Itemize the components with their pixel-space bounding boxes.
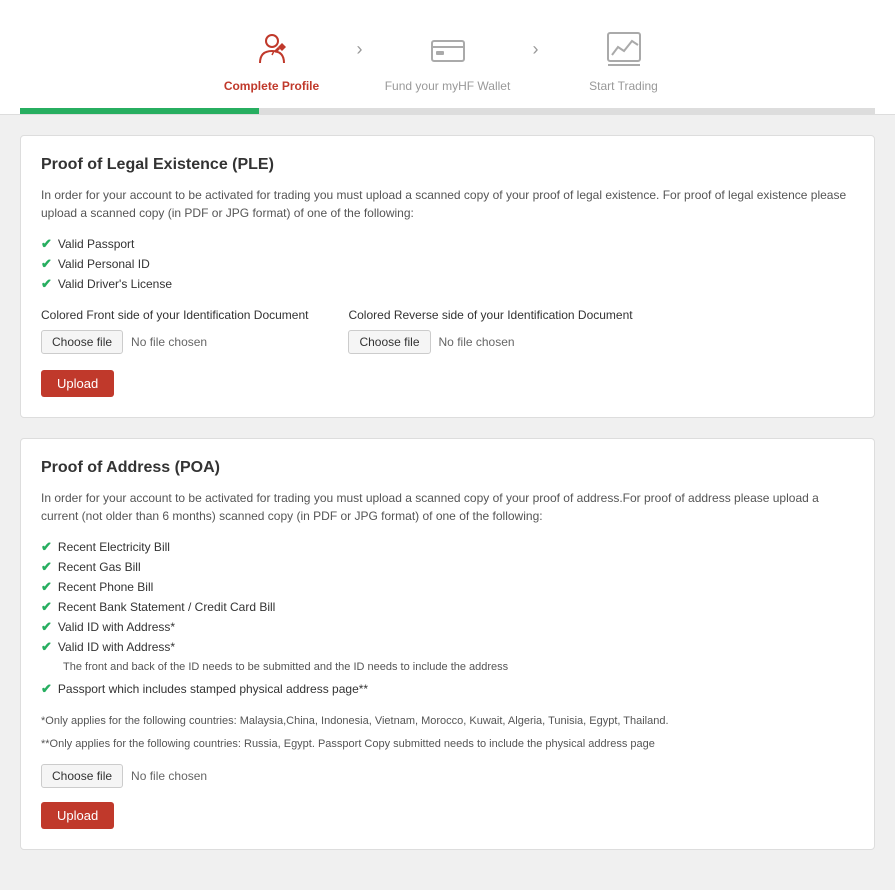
top-bar: Complete Profile › Fund your myHF Wallet… [0, 0, 895, 115]
ple-back-col: Colored Reverse side of your Identificat… [348, 308, 632, 354]
step-complete-profile: Complete Profile [192, 25, 352, 93]
ple-back-no-file: No file chosen [439, 335, 515, 349]
arrow-2: › [533, 39, 539, 80]
check-icon: ✔ [41, 579, 52, 595]
list-item: ✔ Recent Bank Statement / Credit Card Bi… [41, 599, 854, 615]
poa-checklist: ✔ Recent Electricity Bill ✔ Recent Gas B… [41, 539, 854, 697]
arrow-1: › [357, 39, 363, 80]
ple-front-label: Colored Front side of your Identificatio… [41, 308, 308, 322]
check-icon: ✔ [41, 599, 52, 615]
list-item: ✔ Recent Gas Bill [41, 559, 854, 575]
check-icon: ✔ [41, 639, 52, 655]
poa-choose-file-button[interactable]: Choose file [41, 764, 123, 788]
ple-front-file-row: Choose file No file chosen [41, 330, 308, 354]
ple-checklist: ✔ Valid Passport ✔ Valid Personal ID ✔ V… [41, 236, 854, 292]
poa-description: In order for your account to be activate… [41, 489, 854, 525]
poa-title: Proof of Address (POA) [41, 459, 854, 477]
list-item: ✔ Valid Driver's License [41, 276, 854, 292]
check-icon: ✔ [41, 619, 52, 635]
step-complete-profile-label: Complete Profile [224, 79, 319, 93]
list-item: ✔ Recent Phone Bill [41, 579, 854, 595]
poa-upload-button[interactable]: Upload [41, 802, 114, 829]
ple-upload-row: Colored Front side of your Identificatio… [41, 308, 854, 354]
page-content: Proof of Legal Existence (PLE) In order … [0, 115, 895, 890]
check-icon: ✔ [41, 236, 52, 252]
ple-front-no-file: No file chosen [131, 335, 207, 349]
ple-title: Proof of Legal Existence (PLE) [41, 156, 854, 174]
step-fund-wallet-label: Fund your myHF Wallet [385, 79, 511, 93]
steps-container: Complete Profile › Fund your myHF Wallet… [20, 15, 875, 108]
start-trading-icon [600, 25, 648, 73]
poa-sub-note: The front and back of the ID needs to be… [63, 661, 508, 673]
progress-bar-container [20, 108, 875, 114]
list-item: ✔ Valid Passport [41, 236, 854, 252]
ple-back-file-row: Choose file No file chosen [348, 330, 632, 354]
list-item: ✔ Valid ID with Address* The front and b… [41, 639, 854, 677]
ple-back-label: Colored Reverse side of your Identificat… [348, 308, 632, 322]
ple-card: Proof of Legal Existence (PLE) In order … [20, 135, 875, 418]
poa-footnote2: **Only applies for the following countri… [41, 736, 854, 753]
list-item: ✔ Recent Electricity Bill [41, 539, 854, 555]
check-icon: ✔ [41, 276, 52, 292]
step-start-trading-label: Start Trading [589, 79, 658, 93]
poa-single-upload-row: Choose file No file chosen [41, 764, 854, 788]
step-start-trading: Start Trading [544, 25, 704, 93]
ple-front-col: Colored Front side of your Identificatio… [41, 308, 308, 354]
poa-no-file: No file chosen [131, 769, 207, 783]
poa-footnote1: *Only applies for the following countrie… [41, 713, 854, 730]
poa-card: Proof of Address (POA) In order for your… [20, 438, 875, 850]
check-icon: ✔ [41, 539, 52, 555]
check-icon: ✔ [41, 256, 52, 272]
list-item: ✔ Passport which includes stamped physic… [41, 681, 854, 697]
complete-profile-icon [248, 25, 296, 73]
ple-description: In order for your account to be activate… [41, 186, 854, 222]
ple-front-choose-file-button[interactable]: Choose file [41, 330, 123, 354]
ple-back-choose-file-button[interactable]: Choose file [348, 330, 430, 354]
progress-bar-fill [20, 108, 259, 114]
check-icon: ✔ [41, 681, 52, 697]
ple-upload-button[interactable]: Upload [41, 370, 114, 397]
list-item: ✔ Valid Personal ID [41, 256, 854, 272]
list-item: ✔ Valid ID with Address* [41, 619, 854, 635]
fund-wallet-icon [424, 25, 472, 73]
check-icon: ✔ [41, 559, 52, 575]
step-fund-wallet: Fund your myHF Wallet [368, 25, 528, 93]
